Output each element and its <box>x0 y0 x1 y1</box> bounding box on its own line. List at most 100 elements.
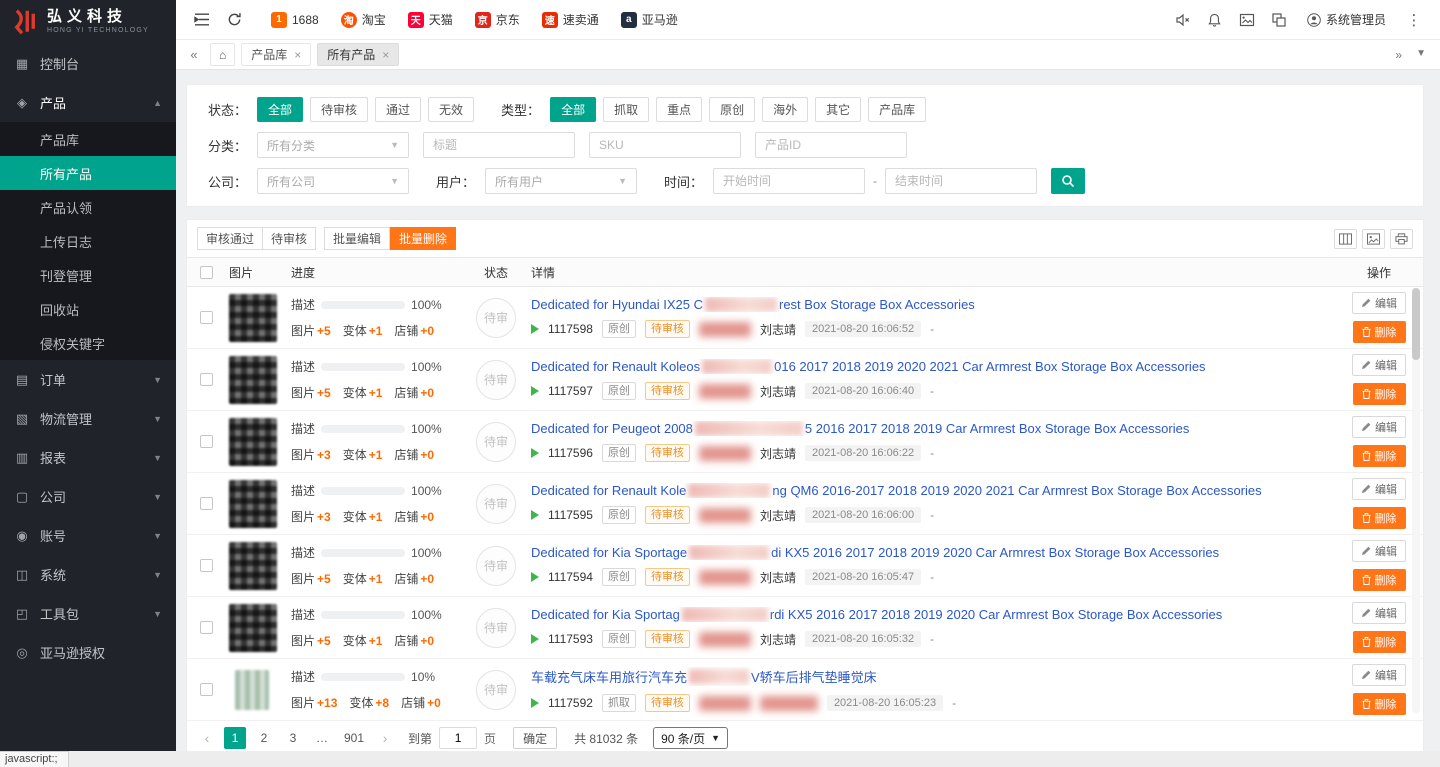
expand-play-icon[interactable] <box>531 448 539 458</box>
row-checkbox[interactable] <box>200 435 213 448</box>
table-scrollbar[interactable] <box>1412 288 1420 713</box>
edit-button[interactable]: 编辑 <box>1352 478 1406 500</box>
sidebar-subitem-product-claim[interactable]: 产品认领 <box>0 190 176 224</box>
quick-link-jd[interactable]: 京京东 <box>464 0 531 40</box>
page-size-select[interactable]: 90 条/页 ▼ <box>653 727 728 749</box>
sidebar-item-report[interactable]: ▥ 报表 ▼ <box>0 438 176 477</box>
title-input[interactable] <box>423 132 575 158</box>
tabs-scroll-left-icon[interactable]: « <box>184 47 204 62</box>
row-checkbox[interactable] <box>200 683 213 696</box>
type-crawl-button[interactable]: 抓取 <box>603 97 649 122</box>
expand-play-icon[interactable] <box>531 634 539 644</box>
product-thumbnail[interactable] <box>229 294 277 342</box>
prev-page-icon[interactable]: ‹ <box>197 727 217 749</box>
sku-input[interactable] <box>589 132 741 158</box>
gallery-icon[interactable] <box>1231 0 1263 40</box>
delete-button[interactable]: 删除 <box>1353 507 1406 529</box>
expand-play-icon[interactable] <box>531 324 539 334</box>
row-checkbox[interactable] <box>200 621 213 634</box>
type-other-button[interactable]: 其它 <box>815 97 861 122</box>
product-thumbnail[interactable] <box>229 542 277 590</box>
quick-link-amazon[interactable]: a亚马逊 <box>610 0 689 40</box>
page-1[interactable]: 1 <box>224 727 246 749</box>
sidebar-item-order[interactable]: ▤ 订单 ▼ <box>0 360 176 399</box>
edit-button[interactable]: 编辑 <box>1352 664 1406 686</box>
tabs-scroll-right-icon[interactable]: » <box>1395 48 1402 62</box>
sidebar-subitem-listing-management[interactable]: 刊登管理 <box>0 258 176 292</box>
page-2[interactable]: 2 <box>253 727 275 749</box>
brand-logo[interactable]: 弘义科技 HONG YI TECHNOLOGY <box>0 0 176 44</box>
type-original-button[interactable]: 原创 <box>709 97 755 122</box>
product-title-link[interactable]: 车载充气床车用旅行汽车充 V轿车后排气垫睡觉床 <box>531 667 1327 686</box>
close-tab-icon[interactable]: × <box>382 48 389 62</box>
next-page-icon[interactable]: › <box>375 727 395 749</box>
set-pending-button[interactable]: 待审核 <box>262 227 316 250</box>
status-pending-button[interactable]: 待审核 <box>310 97 368 122</box>
delete-button[interactable]: 删除 <box>1353 693 1406 715</box>
tabs-menu-icon[interactable]: ▼ <box>1416 48 1426 62</box>
edit-button[interactable]: 编辑 <box>1352 292 1406 314</box>
notification-bell-icon[interactable] <box>1199 0 1231 40</box>
product-thumbnail[interactable] <box>229 604 277 652</box>
menu-fold-icon[interactable] <box>186 0 218 40</box>
row-checkbox[interactable] <box>200 497 213 510</box>
export-image-icon[interactable] <box>1362 229 1385 249</box>
product-title-link[interactable]: Dedicated for Renault Kole ng QM6 2016-2… <box>531 483 1327 498</box>
type-key-button[interactable]: 重点 <box>656 97 702 122</box>
product-title-link[interactable]: Dedicated for Renault Koleos 016 2017 20… <box>531 359 1327 374</box>
edit-button[interactable]: 编辑 <box>1352 602 1406 624</box>
product-id-input[interactable] <box>755 132 907 158</box>
expand-play-icon[interactable] <box>531 698 539 708</box>
delete-button[interactable]: 删除 <box>1353 569 1406 591</box>
batch-delete-button[interactable]: 批量删除 <box>390 227 456 250</box>
sidebar-item-product[interactable]: ◈ 产品 ▲ <box>0 83 176 122</box>
status-invalid-button[interactable]: 无效 <box>428 97 474 122</box>
scrollbar-thumb[interactable] <box>1412 288 1420 360</box>
sidebar-item-console[interactable]: ▦ 控制台 <box>0 44 176 83</box>
end-time-input[interactable] <box>885 168 1037 194</box>
sidebar-subitem-upload-log[interactable]: 上传日志 <box>0 224 176 258</box>
quick-link-aliexpress[interactable]: 速速卖通 <box>531 0 610 40</box>
type-all-button[interactable]: 全部 <box>550 97 596 122</box>
search-button[interactable] <box>1051 168 1085 194</box>
row-checkbox[interactable] <box>200 373 213 386</box>
type-overseas-button[interactable]: 海外 <box>762 97 808 122</box>
confirm-jump-button[interactable]: 确定 <box>513 727 557 749</box>
row-checkbox[interactable] <box>200 559 213 572</box>
approve-button[interactable]: 审核通过 <box>197 227 263 250</box>
delete-button[interactable]: 删除 <box>1353 321 1406 343</box>
more-options-icon[interactable]: ⋮ <box>1398 0 1430 40</box>
columns-setting-icon[interactable] <box>1334 229 1357 249</box>
delete-button[interactable]: 删除 <box>1353 631 1406 653</box>
product-thumbnail[interactable] <box>229 356 277 404</box>
status-passed-button[interactable]: 通过 <box>375 97 421 122</box>
close-tab-icon[interactable]: × <box>294 48 301 62</box>
type-library-button[interactable]: 产品库 <box>868 97 926 122</box>
quick-link-tmall[interactable]: 天天猫 <box>397 0 464 40</box>
delete-button[interactable]: 删除 <box>1353 383 1406 405</box>
expand-play-icon[interactable] <box>531 510 539 520</box>
product-thumbnail[interactable] <box>229 418 277 466</box>
sidebar-item-toolkit[interactable]: ◰ 工具包 ▼ <box>0 594 176 633</box>
quick-link-taobao[interactable]: 淘淘宝 <box>330 0 397 40</box>
product-thumbnail[interactable] <box>235 670 269 710</box>
sidebar-item-system[interactable]: ◫ 系统 ▼ <box>0 555 176 594</box>
admin-user-menu[interactable]: 系统管理员 <box>1295 11 1398 28</box>
edit-button[interactable]: 编辑 <box>1352 354 1406 376</box>
status-all-button[interactable]: 全部 <box>257 97 303 122</box>
batch-edit-button[interactable]: 批量编辑 <box>324 227 390 250</box>
edit-button[interactable]: 编辑 <box>1352 416 1406 438</box>
page-3[interactable]: 3 <box>282 727 304 749</box>
sidebar-item-amazon-auth[interactable]: ◎ 亚马逊授权 <box>0 633 176 672</box>
sidebar-item-account[interactable]: ◉ 账号 ▼ <box>0 516 176 555</box>
select-all-checkbox[interactable] <box>200 266 213 279</box>
product-title-link[interactable]: Dedicated for Hyundai IX25 C rest Box St… <box>531 297 1327 312</box>
sidebar-subitem-infringement-keywords[interactable]: 侵权关键字 <box>0 326 176 360</box>
row-checkbox[interactable] <box>200 311 213 324</box>
jump-page-input[interactable] <box>439 727 477 749</box>
edit-button[interactable]: 编辑 <box>1352 540 1406 562</box>
quick-link-1688[interactable]: 11688 <box>260 0 330 40</box>
theme-icon[interactable] <box>1263 0 1295 40</box>
expand-play-icon[interactable] <box>531 386 539 396</box>
expand-play-icon[interactable] <box>531 572 539 582</box>
